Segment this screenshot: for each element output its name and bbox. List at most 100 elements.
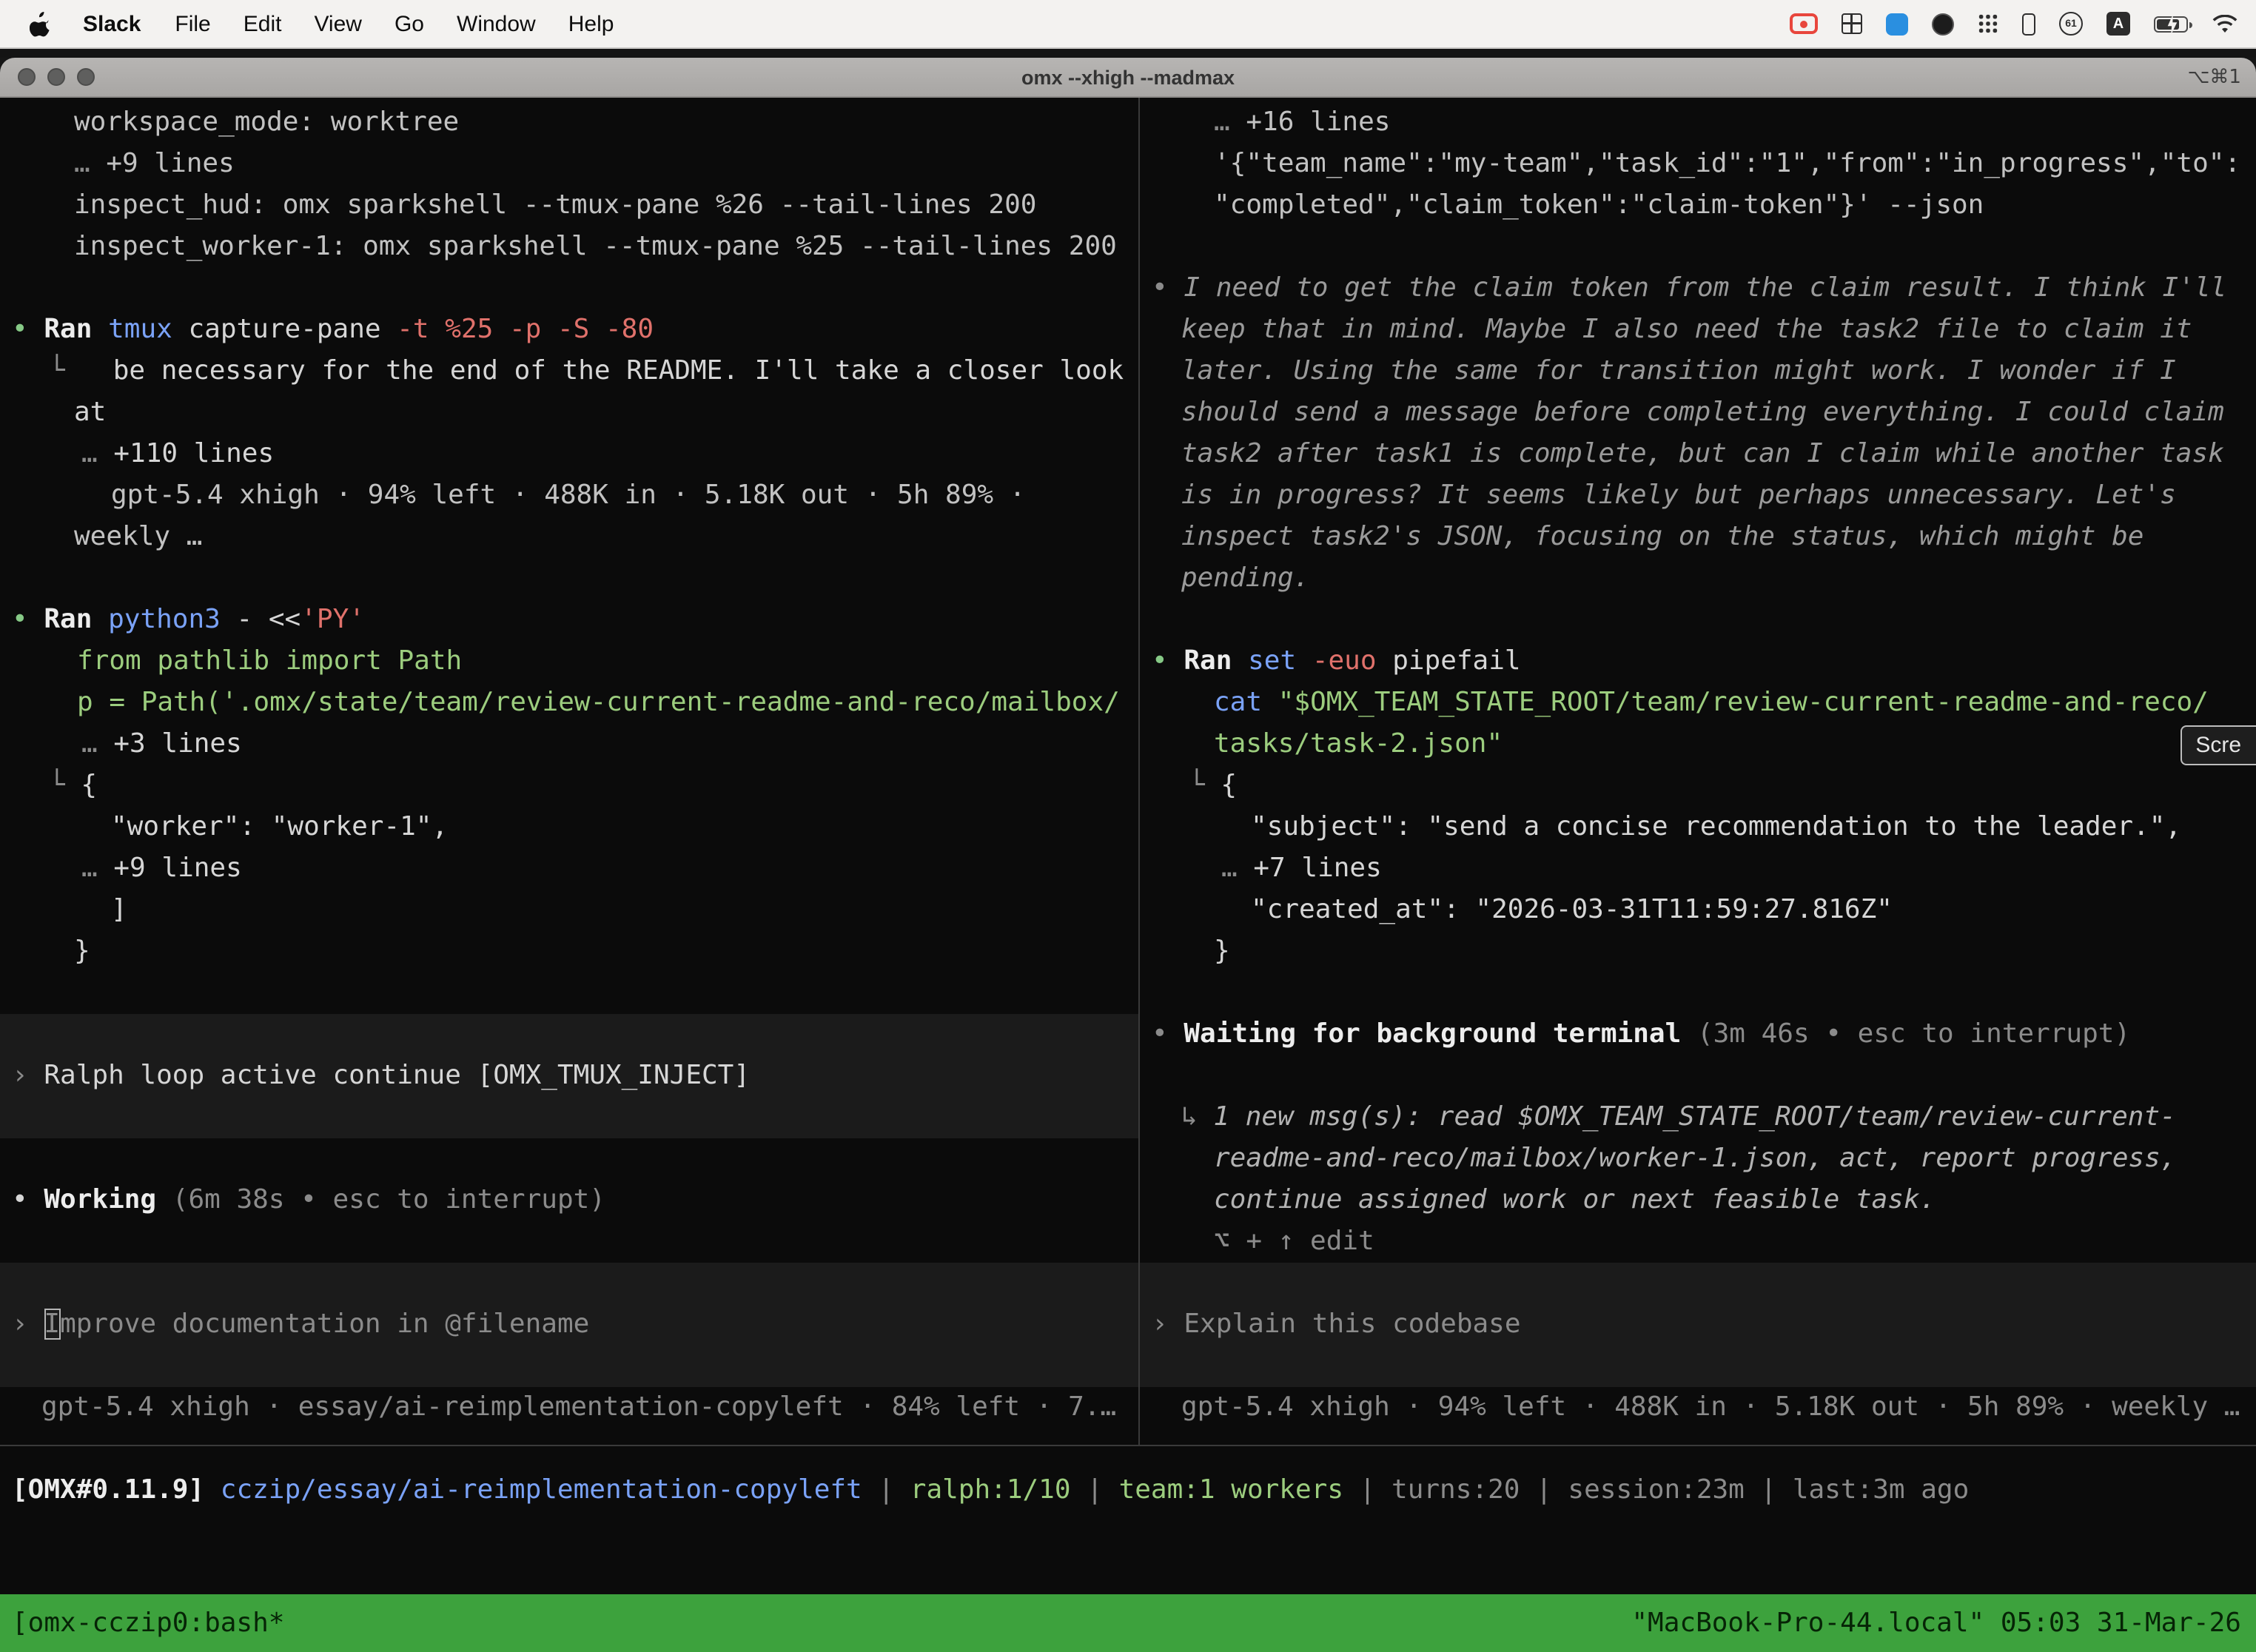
terminal-line: inspect_hud: omx sparkshell --tmux-pane … [0,185,1138,226]
zoom-button[interactable] [77,68,95,86]
text-token: - << [237,604,301,635]
tmux-pane-left[interactable]: workspace_mode: worktree… +9 linesinspec… [0,98,1138,1445]
thinking-text: should send a message before completing … [1140,392,2256,434]
gauge-icon[interactable]: 61 [2059,12,2083,36]
text-token: • [1152,272,1184,303]
tmux-pane-bottom[interactable]: [OMX#0.11.9] cczip/essay/ai-reimplementa… [0,1446,2256,1594]
model-status: gpt-5.4 xhigh · 94% left · 488K in · 5.1… [1140,1387,2256,1428]
text-token: task2 after task1 is complete, but can I… [1181,438,2224,469]
text-token: "worker": "worker-1", [111,811,448,842]
thinking-text: • I need to get the claim token from the… [1140,268,2256,309]
grid-app-icon[interactable] [1842,13,1862,34]
tmux-status-bar: [omx-cczip0:bash* "MacBook-Pro-44.local"… [0,1594,2256,1652]
terminal-line [0,1014,1138,1055]
screen-recording-indicator-icon[interactable] [1790,13,1818,34]
tmux-session-label: [omx-cczip0:bash* [12,1608,284,1639]
text-token: • [1152,645,1184,676]
close-button[interactable] [18,68,36,86]
text-token: -euo [1312,645,1392,676]
text-token: › [12,1309,44,1340]
terminal-line [1140,600,2256,641]
mailbox-message: ↳ 1 new msg(s): read $OMX_TEAM_STATE_ROO… [1140,1097,2256,1138]
text-token: | [1071,1474,1119,1505]
terminal-line [1140,973,2256,1014]
text-token: 'PY' [301,604,365,635]
terminal-line: ] [0,890,1138,931]
text-token: cat [1214,687,1278,718]
text-token: +3 lines [113,728,241,759]
wifi-icon[interactable] [2212,14,2238,33]
terminal-window: omx --xhigh --madmax ⌥⌘1 workspace_mode:… [0,58,2256,1652]
text-token: +7 lines [1253,853,1381,884]
battery-icon[interactable] [2154,16,2188,32]
ralph-loop-input[interactable]: › Ralph loop active continue [OMX_TMUX_I… [0,1055,1138,1097]
terminal-line: └ { [1140,765,2256,807]
text-token: cczip/essay/ai-reimplementation-copyleft [221,1474,862,1505]
terminal-line: at [0,392,1138,434]
omx-status-line: [OMX#0.11.9] cczip/essay/ai-reimplementa… [0,1470,2256,1511]
text-token: (6m 38s • esc to interrupt) [172,1184,605,1215]
terminal-line [0,973,1138,1014]
prompt-input[interactable]: › Improve documentation in @filename [0,1304,1138,1346]
text-token: -t %25 -p -S -80 [397,314,654,345]
text-token: from pathlib import Path [77,645,462,676]
text-token: python3 [108,604,236,635]
waiting-status: • Waiting for background terminal (3m 46… [1140,1014,2256,1055]
menu-help[interactable]: Help [552,11,631,36]
text-token: +110 lines [113,438,274,469]
text-token: ] [111,894,127,925]
menu-go[interactable]: Go [378,11,440,36]
text-token: is in progress? It seems likely but perh… [1181,480,2176,511]
thinking-text: keep that in mind. Maybe I also need the… [1140,309,2256,351]
text-token: inspect_worker-1: omx sparkshell --tmux-… [74,231,1117,262]
prompt-input[interactable]: › Explain this codebase [1140,1304,2256,1346]
text-token: … [74,148,106,179]
terminal-line: "completed","claim_token":"claim-token"}… [1140,185,2256,226]
text-token: › [1152,1309,1184,1340]
terminal-line: p = Path('.omx/state/team/review-current… [0,682,1138,724]
terminal-line [1140,1263,2256,1304]
menu-window[interactable]: Window [440,11,552,36]
text-token: … [1221,853,1253,884]
terminal[interactable]: workspace_mode: worktree… +9 linesinspec… [0,98,2256,1652]
terminal-line: inspect_worker-1: omx sparkshell --tmux-… [0,226,1138,268]
tmux-pane-right[interactable]: … +16 lines'{"team_name":"my-team","task… [1140,98,2256,1445]
menu-view[interactable]: View [298,11,378,36]
text-token: | turns:20 | session:23m | last:3m ago [1343,1474,1969,1505]
input-source-icon[interactable]: A [2106,12,2130,36]
text-token: p = Path('.omx/state/team/review-current… [77,687,1120,718]
text-token: +9 lines [113,853,241,884]
text-token: [OMX#0.11.9] [12,1474,221,1505]
text-token: readme-and-reco/mailbox/worker-1.json, a… [1214,1143,2176,1174]
dots-grid-icon[interactable] [1978,13,1998,34]
menu-bar: Slack File Edit View Go Window Help 61 A [0,0,2256,49]
minimize-button[interactable] [47,68,65,86]
text-token: "$OMX_TEAM_STATE_ROOT/team/review-curren… [1278,687,2209,718]
menu-file[interactable]: File [158,11,226,36]
text-token: … [81,438,113,469]
window-controls [18,58,95,96]
text-token: Ran [44,604,108,635]
text-token: mprove documentation in @filename [60,1309,589,1340]
text-token: be necessary for the end of the README. … [113,355,1124,386]
text-token: gpt-5.4 xhigh · 94% left · 488K in · 5.1… [1181,1391,2240,1423]
thinking-text: task2 after task1 is complete, but can I… [1140,434,2256,475]
dark-app-icon[interactable] [1932,13,1954,35]
phone-app-icon[interactable] [2022,13,2035,35]
menu-edit[interactable]: Edit [227,11,298,36]
terminal-line: "subject": "send a concise recommendatio… [1140,807,2256,848]
text-token: +16 lines [1246,107,1390,138]
text-token: Explain this codebase [1184,1309,1520,1340]
text-token: Working [44,1184,172,1215]
blue-app-icon[interactable] [1886,13,1908,35]
text-token: } [1214,936,1230,967]
screen: Slack File Edit View Go Window Help 61 A [0,0,2256,1652]
app-menu-slack[interactable]: Slack [65,11,158,36]
window-title-bar[interactable]: omx --xhigh --madmax ⌥⌘1 [0,58,2256,98]
terminal-line: "worker": "worker-1", [0,807,1138,848]
thinking-text: is in progress? It seems likely but perh… [1140,475,2256,517]
apple-menu-icon[interactable] [24,11,65,36]
thinking-text: pending. [1140,558,2256,600]
terminal-line: "created_at": "2026-03-31T11:59:27.816Z" [1140,890,2256,931]
thinking-text: later. Using the same for transition mig… [1140,351,2256,392]
